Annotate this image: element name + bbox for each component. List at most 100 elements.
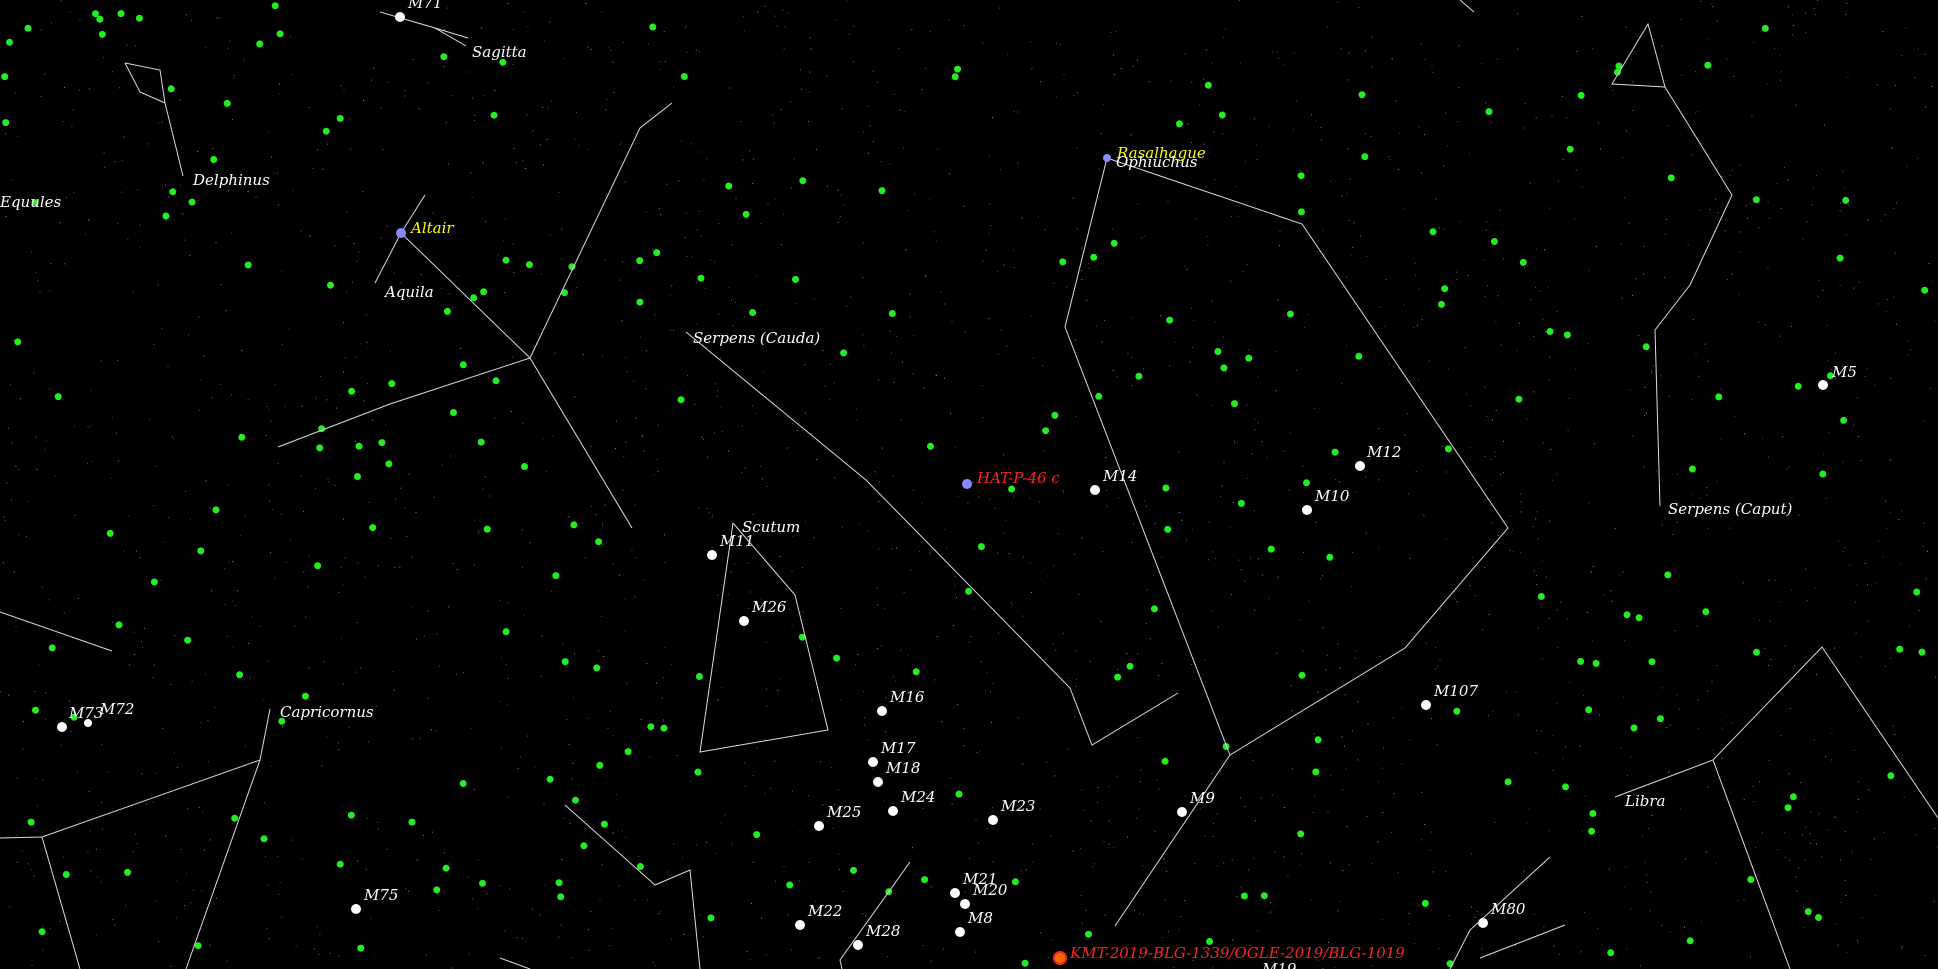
- deep-sky-dot[interactable]: [1592, 659, 1600, 667]
- deep-sky-dot[interactable]: [1237, 499, 1245, 507]
- deep-sky-dot[interactable]: [649, 23, 657, 31]
- hat-p-46-c-marker[interactable]: [962, 479, 972, 489]
- deep-sky-dot[interactable]: [212, 506, 220, 514]
- deep-sky-dot[interactable]: [62, 871, 70, 878]
- deep-sky-dot[interactable]: [1438, 300, 1445, 308]
- messier-m16[interactable]: [877, 706, 887, 716]
- deep-sky-dot[interactable]: [1011, 878, 1019, 886]
- deep-sky-dot[interactable]: [1231, 400, 1238, 408]
- deep-sky-dot[interactable]: [2, 119, 10, 127]
- deep-sky-dot[interactable]: [1563, 331, 1571, 339]
- deep-sky-dot[interactable]: [1218, 111, 1226, 119]
- deep-sky-dot[interactable]: [1303, 479, 1310, 487]
- deep-sky-dot[interactable]: [260, 835, 268, 843]
- messier-m17[interactable]: [868, 757, 878, 767]
- rasalhague-star[interactable]: [1103, 154, 1111, 162]
- deep-sky-dot[interactable]: [1789, 793, 1797, 801]
- messier-m26[interactable]: [739, 616, 749, 626]
- deep-sky-dot[interactable]: [354, 473, 361, 480]
- deep-sky-dot[interactable]: [1577, 91, 1585, 99]
- deep-sky-dot[interactable]: [348, 387, 356, 395]
- deep-sky-dot[interactable]: [256, 40, 264, 48]
- deep-sky-dot[interactable]: [443, 307, 451, 315]
- deep-sky-dot[interactable]: [525, 261, 533, 269]
- deep-sky-dot[interactable]: [624, 748, 632, 756]
- deep-sky-dot[interactable]: [1161, 757, 1169, 765]
- deep-sky-dot[interactable]: [561, 658, 569, 666]
- messier-m18[interactable]: [873, 777, 883, 787]
- deep-sky-dot[interactable]: [888, 310, 896, 317]
- deep-sky-dot[interactable]: [502, 256, 510, 264]
- deep-sky-dot[interactable]: [1175, 120, 1183, 128]
- deep-sky-dot[interactable]: [450, 409, 457, 416]
- messier-m107[interactable]: [1421, 700, 1431, 710]
- deep-sky-dot[interactable]: [1, 73, 9, 81]
- deep-sky-dot[interactable]: [1896, 645, 1904, 653]
- messier-m75[interactable]: [351, 904, 361, 914]
- deep-sky-dot[interactable]: [1546, 328, 1554, 335]
- deep-sky-dot[interactable]: [1702, 608, 1710, 616]
- deep-sky-dot[interactable]: [1815, 914, 1822, 921]
- deep-sky-dot[interactable]: [912, 668, 920, 676]
- deep-sky-dot[interactable]: [653, 249, 661, 257]
- deep-sky-dot[interactable]: [314, 562, 322, 570]
- messier-m21[interactable]: [950, 888, 960, 898]
- messier-m73[interactable]: [57, 722, 67, 732]
- deep-sky-dot[interactable]: [336, 860, 344, 868]
- deep-sky-dot[interactable]: [92, 10, 99, 18]
- deep-sky-dot[interactable]: [1059, 258, 1067, 266]
- deep-sky-dot[interactable]: [355, 442, 363, 450]
- deep-sky-dot[interactable]: [1566, 145, 1574, 153]
- deep-sky-dot[interactable]: [236, 671, 244, 679]
- deep-sky-dot[interactable]: [1577, 657, 1585, 665]
- deep-sky-dot[interactable]: [725, 182, 733, 190]
- messier-m20[interactable]: [960, 899, 970, 909]
- deep-sky-dot[interactable]: [106, 529, 114, 537]
- deep-sky-dot[interactable]: [1220, 364, 1228, 372]
- deep-sky-dot[interactable]: [636, 257, 644, 265]
- deep-sky-dot[interactable]: [593, 664, 601, 672]
- messier-m80[interactable]: [1478, 918, 1488, 928]
- deep-sky-dot[interactable]: [1214, 348, 1222, 355]
- deep-sky-dot[interactable]: [1648, 658, 1656, 666]
- deep-sky-dot[interactable]: [1537, 593, 1545, 600]
- deep-sky-dot[interactable]: [14, 338, 22, 346]
- deep-sky-dot[interactable]: [271, 2, 279, 10]
- deep-sky-dot[interactable]: [1021, 959, 1029, 967]
- deep-sky-dot[interactable]: [965, 587, 973, 595]
- kmt-2019-blg-1339-marker[interactable]: [1053, 951, 1067, 965]
- deep-sky-dot[interactable]: [169, 188, 177, 196]
- deep-sky-dot[interactable]: [223, 99, 231, 107]
- deep-sky-dot[interactable]: [799, 177, 807, 185]
- deep-sky-dot[interactable]: [680, 73, 688, 80]
- messier-m9[interactable]: [1177, 807, 1187, 817]
- deep-sky-dot[interactable]: [749, 309, 757, 316]
- deep-sky-dot[interactable]: [117, 10, 125, 18]
- deep-sky-dot[interactable]: [1326, 553, 1334, 561]
- deep-sky-dot[interactable]: [1918, 648, 1926, 656]
- deep-sky-dot[interactable]: [1842, 196, 1850, 204]
- deep-sky-dot[interactable]: [1166, 316, 1174, 324]
- deep-sky-dot[interactable]: [1686, 937, 1694, 945]
- deep-sky-dot[interactable]: [1585, 706, 1593, 714]
- deep-sky-dot[interactable]: [1361, 153, 1369, 161]
- messier-m12[interactable]: [1355, 461, 1365, 471]
- deep-sky-dot[interactable]: [1453, 707, 1461, 715]
- deep-sky-dot[interactable]: [697, 274, 705, 282]
- messier-m71[interactable]: [395, 12, 405, 22]
- deep-sky-dot[interactable]: [1607, 949, 1615, 957]
- deep-sky-dot[interactable]: [1656, 715, 1664, 723]
- deep-sky-dot[interactable]: [1819, 470, 1827, 478]
- deep-sky-dot[interactable]: [1110, 239, 1118, 247]
- deep-sky-dot[interactable]: [600, 820, 608, 828]
- deep-sky-dot[interactable]: [1753, 648, 1760, 656]
- deep-sky-dot[interactable]: [1286, 310, 1294, 318]
- messier-m24[interactable]: [888, 806, 898, 816]
- deep-sky-dot[interactable]: [1312, 768, 1320, 776]
- deep-sky-dot[interactable]: [1314, 736, 1322, 744]
- deep-sky-dot[interactable]: [1836, 254, 1844, 262]
- deep-sky-dot[interactable]: [276, 30, 284, 38]
- deep-sky-dot[interactable]: [167, 85, 175, 93]
- deep-sky-dot[interactable]: [1635, 614, 1643, 622]
- deep-sky-dot[interactable]: [1095, 392, 1103, 400]
